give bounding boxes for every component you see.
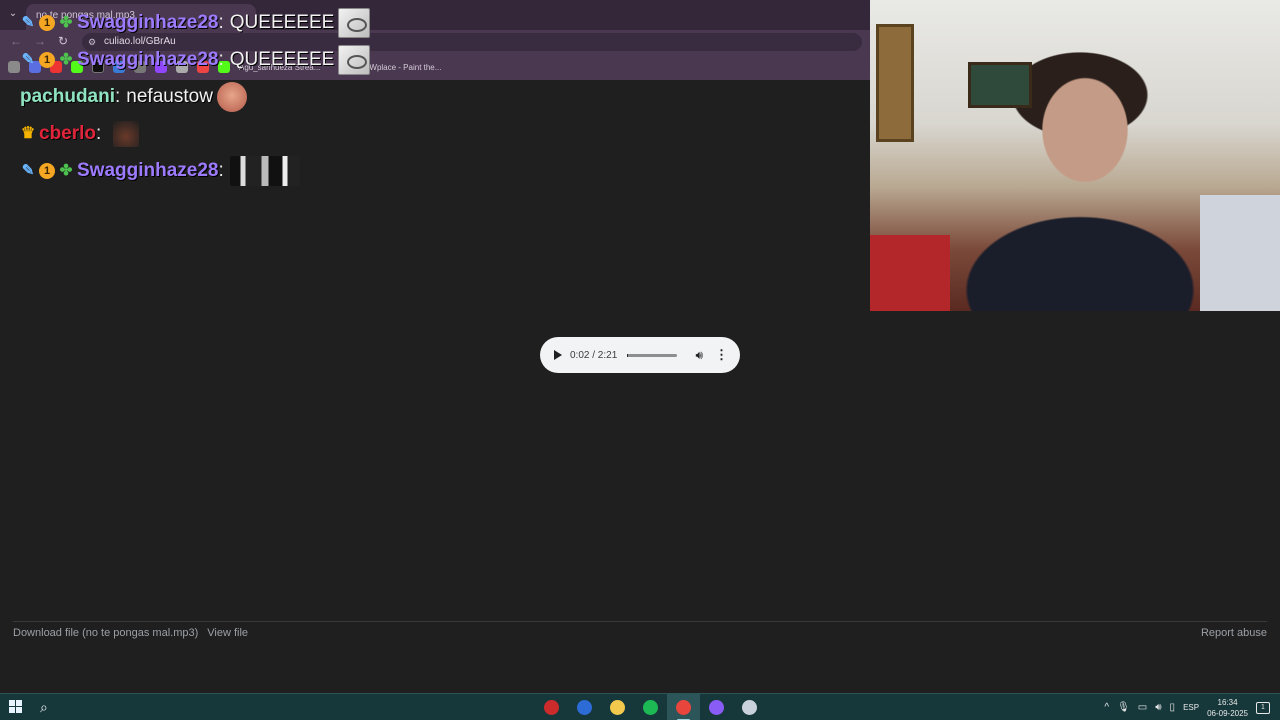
clock-date: 06-09-2025 [1207,708,1248,718]
chat-username: Swagginhaze28 [77,48,219,70]
taskbar-app-app[interactable] [535,694,568,720]
taskbar-app-file-explorer[interactable] [601,694,634,720]
clover-badge-icon: ✤ [59,50,73,68]
report-abuse-link[interactable]: Report abuse [1201,627,1267,639]
play-icon[interactable] [554,350,562,360]
spotify-icon [643,700,658,715]
chevron-up-icon[interactable]: ^ [1104,702,1109,713]
download-file-link[interactable]: Download file (no te pongas mal.mp3) [13,627,198,639]
seek-progress [627,353,629,357]
chrome-icon [676,700,691,715]
discord-icon [709,700,724,715]
chat-colon: : [96,122,102,144]
chat-message: pachudani : nefaustow [20,78,580,115]
sword-badge-icon: ✎ [21,50,35,68]
audio-player: 0:02 / 2:21 🔊︎ ⋮ [540,337,740,373]
couch [1200,195,1280,311]
one-badge-icon: 1 [39,51,55,68]
one-badge-icon: 1 [39,162,55,179]
screen: ⌄ no te pongas mal.mp3 ← → ↻ culiao.lol/… [0,0,1280,720]
bw-emote-icon [229,155,300,186]
chat-text: QUEEEEEE [229,11,335,33]
windows-start-icon[interactable] [9,700,22,713]
clover-badge-icon: ✤ [59,161,73,179]
webcam-feed [870,0,1280,311]
app-icon [544,700,559,715]
wall-painting [876,24,914,142]
taskbar-app-discord[interactable] [700,694,733,720]
chat-username: Swagginhaze28 [77,159,219,181]
face-emote-icon [216,81,247,112]
taskbar-app-spotify[interactable] [634,694,667,720]
taskbar-app-chrome[interactable] [667,694,700,720]
frog-emote-icon [338,7,371,38]
one-badge-icon: 1 [39,14,55,31]
apps-grid-icon[interactable] [8,61,20,73]
chat-colon: : [218,48,224,70]
chat-message: ✎ 1 ✤ Swagginhaze28 : QUEEEEEE [20,4,580,41]
microphone-icon[interactable]: 🎙︎ [1117,702,1130,713]
taskbar: ⌕ ^ 🎙︎ ▭ 🔊︎ ▯ ESP 16:34 06-09-2025 1 [0,693,1280,720]
chat-username: pachudani [20,85,116,107]
chat-message: ♛ cberlo : [20,115,580,152]
frog-emote-icon [338,44,371,75]
crown-badge-icon: ♛ [20,124,36,142]
taskbar-app-steam[interactable] [733,694,766,720]
clock-time: 16:34 [1217,697,1238,707]
sword-badge-icon: ✎ [21,161,35,179]
steam-icon [742,700,757,715]
file-explorer-icon [610,700,625,715]
footer-divider [13,621,1267,622]
taskbar-app-store[interactable] [568,694,601,720]
view-file-link[interactable]: View file [207,627,248,639]
chat-colon: : [218,159,224,181]
chat-overlay: ✎ 1 ✤ Swagginhaze28 : QUEEEEEE ✎ 1 ✤ Swa… [20,4,580,189]
chat-colon: : [218,11,224,33]
store-icon [577,700,592,715]
chat-message: ✎ 1 ✤ Swagginhaze28 : [20,152,580,189]
taskbar-apps [535,694,766,720]
chat-username: cberlo [39,122,97,144]
wall-painting [968,62,1032,108]
sword-badge-icon: ✎ [21,13,35,31]
speaker-icon[interactable]: 🔊︎ [1155,702,1161,713]
chat-colon: : [115,85,121,107]
more-options-icon[interactable]: ⋮ [715,347,728,363]
chat-message: ✎ 1 ✤ Swagginhaze28 : QUEEEEEE [20,41,580,78]
battery-icon[interactable]: ▯ [1170,702,1176,713]
chat-text: QUEEEEEE [229,48,335,70]
network-icon[interactable]: ▭ [1138,702,1147,713]
clover-badge-icon: ✤ [59,13,73,31]
tab-list-chevron-icon[interactable]: ⌄ [6,8,20,22]
dark-emote-icon [113,120,140,147]
system-tray: ^ 🎙︎ ▭ 🔊︎ ▯ ESP 16:34 06-09-2025 1 [1104,694,1280,720]
audio-time: 0:02 / 2:21 [570,349,618,361]
chat-text: nefaustow [126,85,213,107]
language-indicator[interactable]: ESP [1183,703,1199,712]
seek-slider[interactable] [627,353,678,357]
search-icon[interactable]: ⌕ [40,699,48,716]
footer-links: Download file (no te pongas mal.mp3) Vie… [13,627,248,639]
red-chair [870,235,950,311]
clock[interactable]: 16:34 06-09-2025 [1207,697,1248,719]
notification-icon[interactable]: 1 [1256,701,1270,714]
volume-icon[interactable]: 🔊︎ [695,348,703,363]
chat-username: Swagginhaze28 [77,11,219,33]
